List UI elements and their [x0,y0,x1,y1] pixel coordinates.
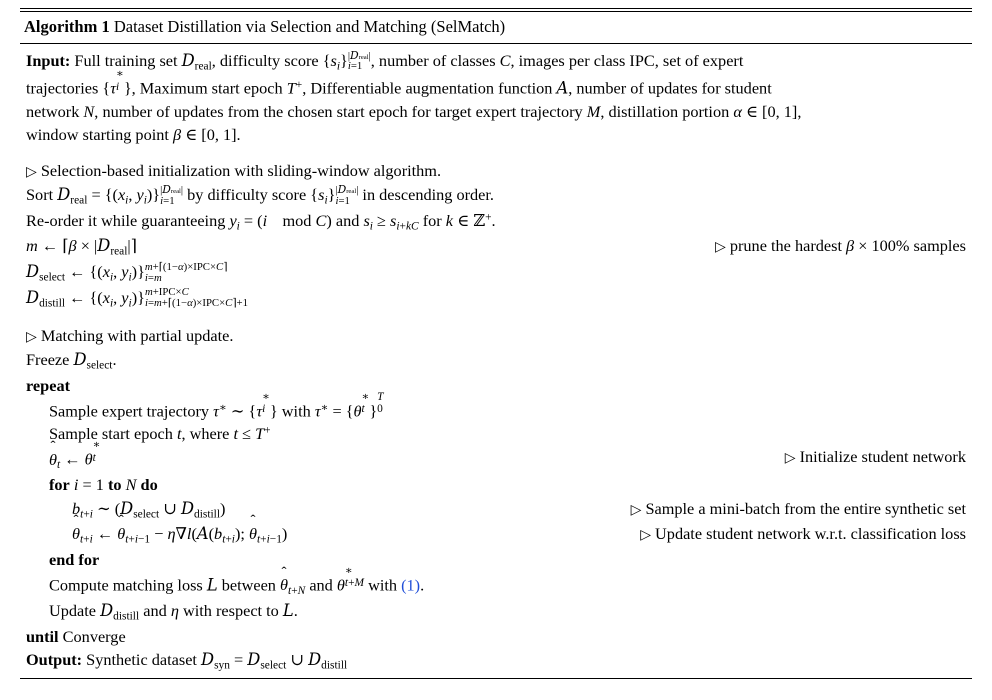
ddistill-line: Ddistill ← {(xi, yi)} m+IPC×C i=m+⌈(1−α)×I… [26,286,248,310]
comment-update-student-text: Update student network w.r.t. classifica… [655,524,966,544]
equation-reference-link[interactable]: (1) [401,575,420,594]
input-line-2: trajectories {τ ∗ i}, Maximum start epoch … [26,68,772,98]
sort-line: Sort Dreal = {(xi, yi)} |Dreal| i=1 by dif… [26,182,494,207]
comment-update-student: ▷ Update student network w.r.t. classifi… [640,524,966,544]
comment-matching-text: Matching with partial update. [40,326,234,346]
repeat-label: repeat [26,375,71,395]
until-condition: Converge [62,626,126,646]
sample-batch-line: bt+i ∼ (Dselect ∪ Ddistill) ▷ Sample a m… [72,498,966,521]
to-keyword: to [107,475,122,495]
comment-matching: ▷ Matching with partial update. [26,326,234,346]
algorithm-title: Dataset Distillation via Selection and M… [113,17,506,36]
dselect-line: Dselect ← {(xi, yi)} m+⌈(1−α)×IPC×C⌉ i=m [26,260,228,284]
do-keyword: do [140,475,158,495]
repeat-keyword: repeat [26,374,968,397]
algorithm-body: Input: Full training set Dreal, difficul… [20,44,972,679]
output-label: Output: [26,649,83,669]
end-for-keyword: end for [26,548,968,571]
comment-init-student-text: Initialize student network [799,447,966,467]
comment-sample-batch: ▷ Sample a mini-batch from the entire sy… [630,498,966,518]
comment-init-student: ▷ Initialize student network [784,447,966,467]
compute-loss-line: Compute matching loss L between ̂θt+N an… [49,564,425,597]
update-distill-line: Update Ddistill and η with respect to L. [49,600,298,623]
for-loop-header: for i = 1 to N do [49,475,158,495]
init-student-line: ̂θt ← θ∗t ▷ Initialize student network [49,439,966,472]
update-student-line: ̂θt+i ← ̂θt+i−1 − η∇l(A(bt+i); ̂θt+i−1) … [72,524,966,546]
freeze-line: Freeze Dselect. [26,350,117,372]
comment-prune: ▷ prune the hardest β × 100% samples [715,236,966,256]
comment-selection-init: ▷ Selection-based initialization with sl… [26,161,442,181]
until-line: until Converge [26,625,968,648]
end-for-label: end for [49,549,100,569]
m-assign-line: m ← ⌈β × |Dreal|⌉ ▷ prune the hardest β … [26,236,966,258]
comment-sample-batch-text: Sample a mini-batch from the entire synt… [645,498,966,518]
algorithm-float: Algorithm 1 Dataset Distillation via Sel… [20,8,972,680]
bottom-rule [20,678,972,680]
algorithm-caption: Algorithm 1 Dataset Distillation via Sel… [20,12,972,43]
comment-selection-init-text: Selection-based initialization with slid… [40,161,442,181]
sample-trajectory-line: Sample expert trajectory τ∗ ∼ {τ ∗ i} with… [49,390,384,421]
input-line-4: window starting point β ∈ [0, 1]. [26,125,241,145]
until-keyword: until [26,626,59,646]
output-line: Output: Synthetic dataset Dsyn = Dselect… [26,649,348,672]
input-label: Input: [26,50,71,70]
input-line-1: Input: Full training set Dreal, difficul… [26,48,744,73]
input-line-3: network N, number of updates from the ch… [26,101,802,121]
for-keyword: for [49,475,70,495]
reorder-line: Re-order it while guaranteeing yi = (i m… [26,210,496,233]
sample-epoch-line: Sample start epoch t, where t ≤ T+ [49,424,271,444]
algorithm-label: Algorithm 1 [24,17,110,36]
